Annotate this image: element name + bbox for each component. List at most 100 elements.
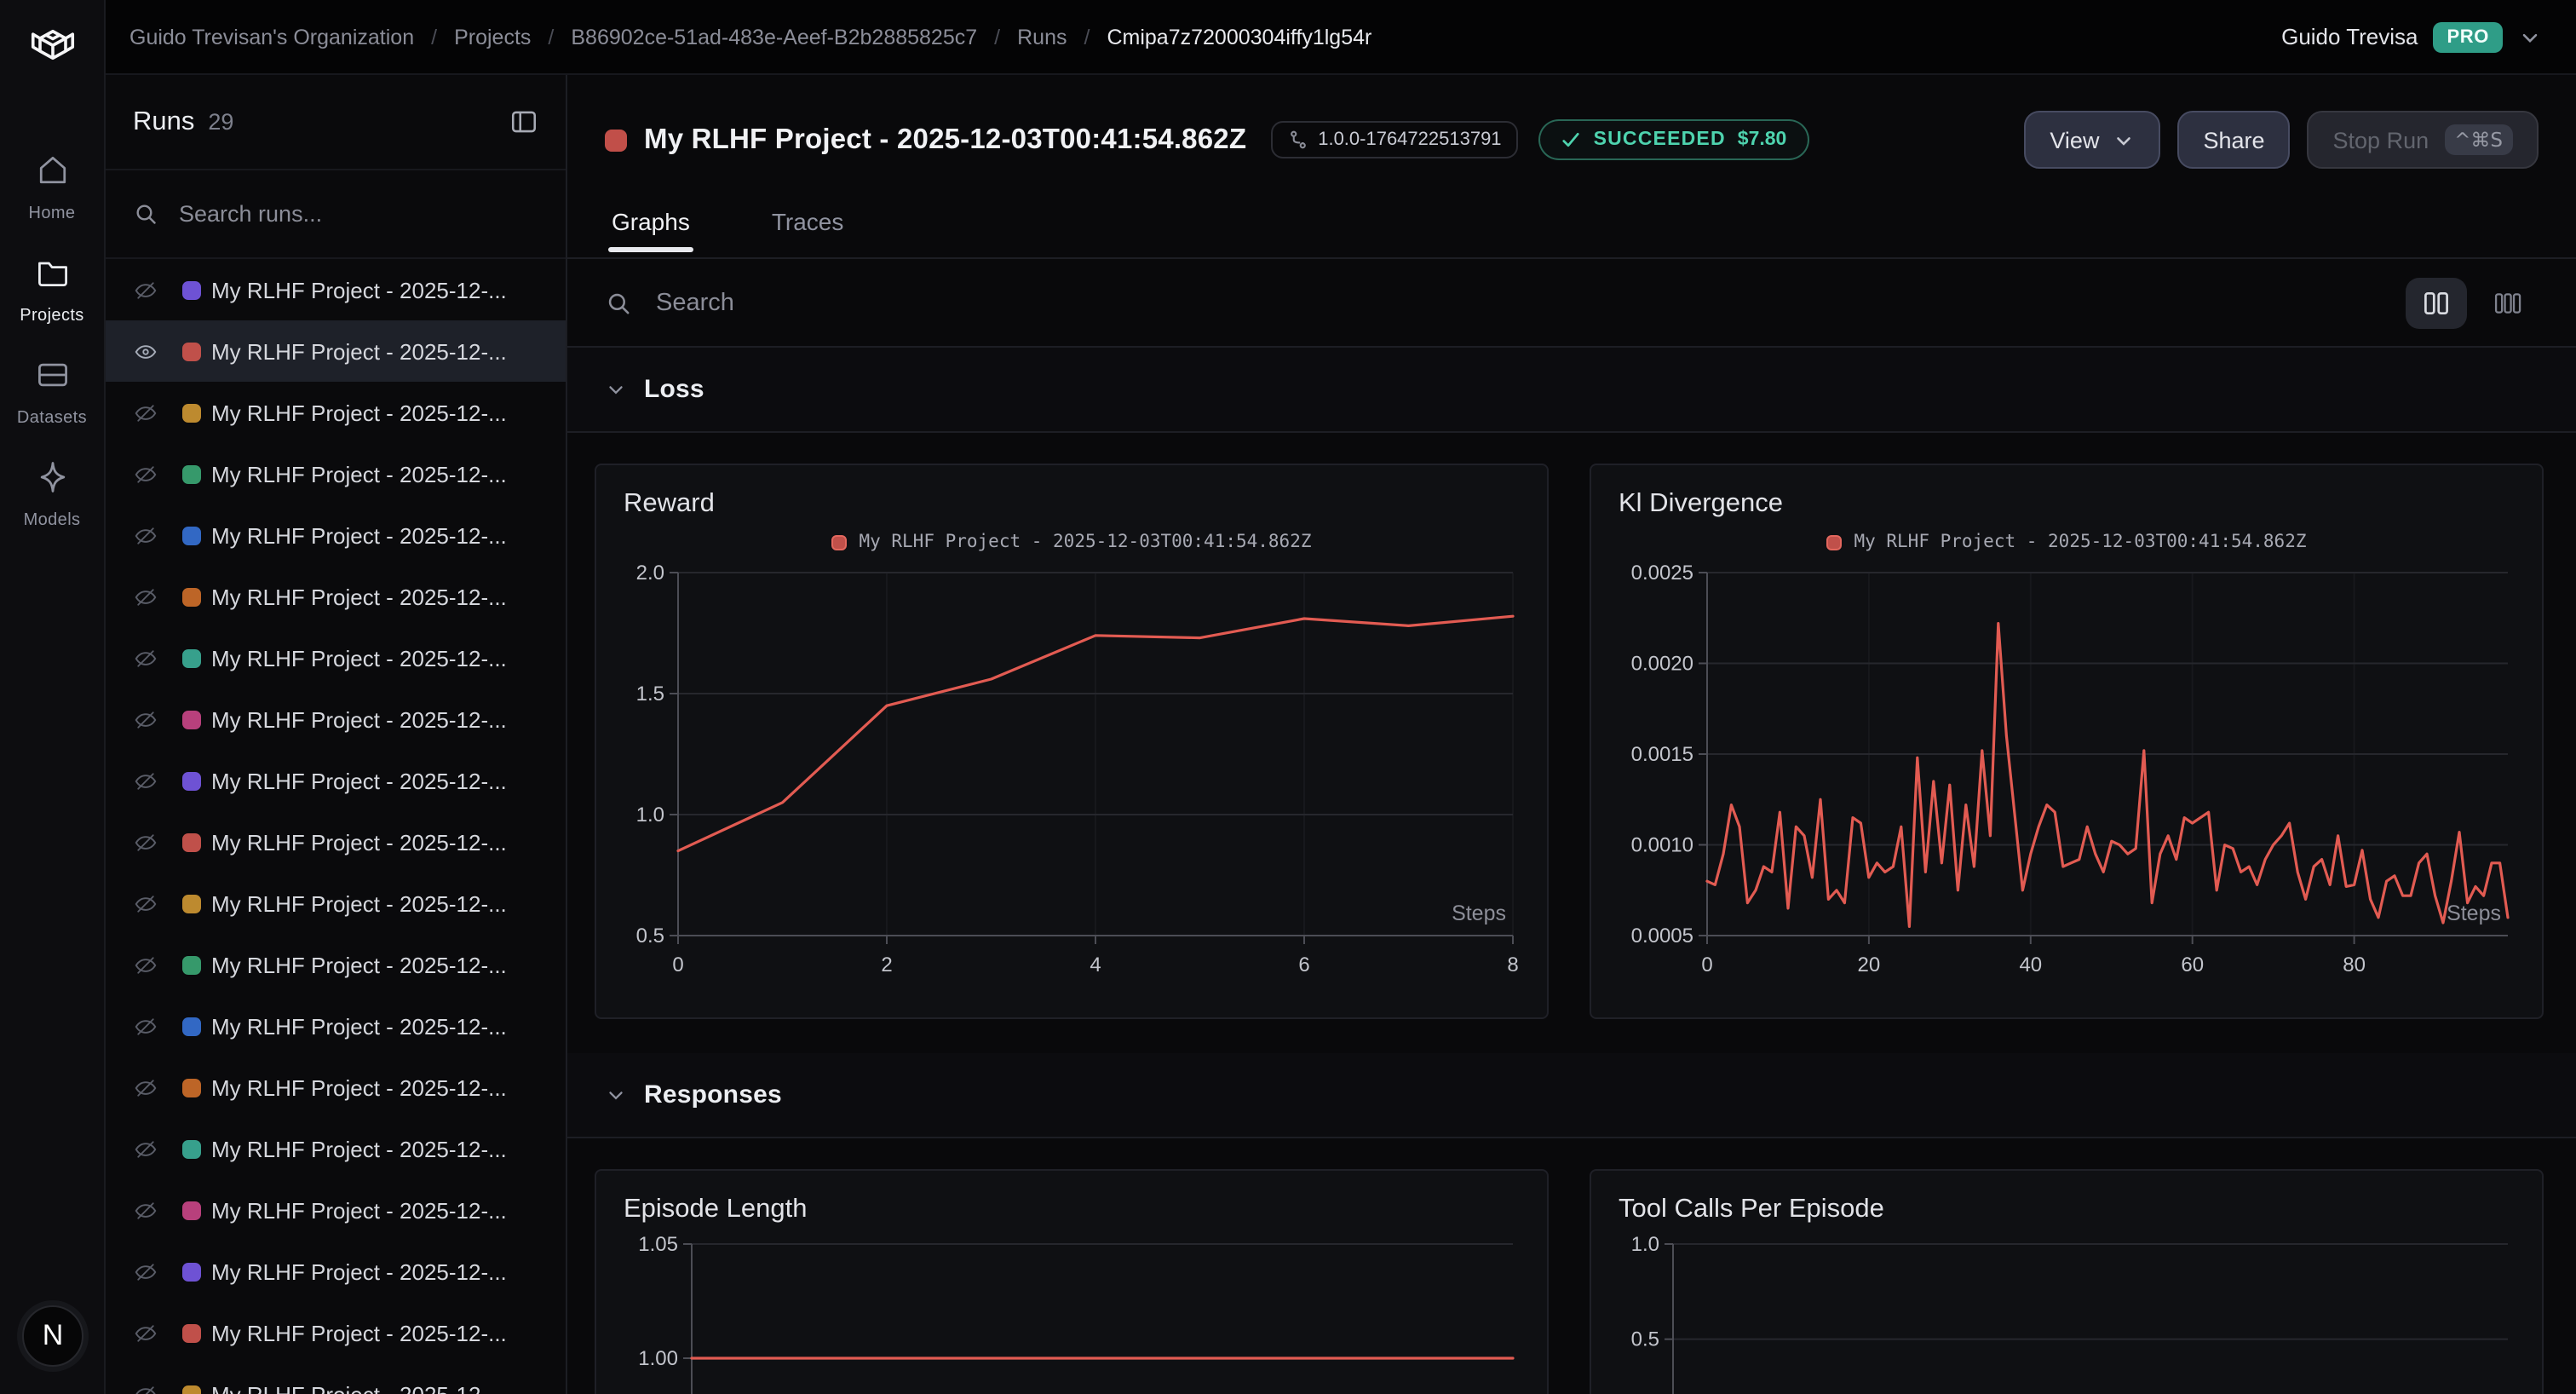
run-color-chip bbox=[182, 403, 201, 422]
graph-search-bar bbox=[567, 259, 2576, 348]
user-menu[interactable]: Guido Trevisa PRO bbox=[2281, 21, 2542, 52]
run-list-item[interactable]: My RLHF Project - 2025-12-... bbox=[106, 259, 566, 320]
share-button[interactable]: Share bbox=[2177, 111, 2290, 169]
three-column-layout-button[interactable] bbox=[2477, 277, 2539, 328]
svg-text:Steps: Steps bbox=[1452, 901, 1506, 925]
chart-card-reward: Reward My RLHF Project - 2025-12-03T00:4… bbox=[595, 464, 1549, 1019]
eye-off-icon[interactable] bbox=[133, 461, 160, 487]
eye-off-icon[interactable] bbox=[133, 277, 160, 302]
breadcrumb-item[interactable]: Runs bbox=[1017, 25, 1067, 49]
tabs: Graphs Traces bbox=[567, 204, 2576, 259]
eye-off-icon[interactable] bbox=[133, 584, 160, 609]
user-name: Guido Trevisa bbox=[2281, 24, 2418, 49]
breadcrumb-separator: / bbox=[1084, 25, 1090, 49]
eye-off-icon[interactable] bbox=[133, 522, 160, 548]
app-logo-icon[interactable] bbox=[21, 15, 83, 85]
run-list-item[interactable]: My RLHF Project - 2025-12-... bbox=[106, 1302, 566, 1363]
eye-off-icon[interactable] bbox=[133, 1013, 160, 1039]
run-list-item[interactable]: My RLHF Project - 2025-12-... bbox=[106, 1241, 566, 1302]
eye-off-icon[interactable] bbox=[133, 1320, 160, 1345]
run-name: My RLHF Project - 2025-12-... bbox=[211, 1320, 507, 1345]
sidebar-item-label: Models bbox=[24, 511, 81, 530]
eye-off-icon[interactable] bbox=[133, 829, 160, 855]
legend-marker bbox=[831, 534, 847, 550]
view-button-label: View bbox=[2050, 127, 2099, 153]
eye-off-icon[interactable] bbox=[133, 1197, 160, 1223]
run-list-item[interactable]: My RLHF Project - 2025-12-... bbox=[106, 934, 566, 995]
run-list-item[interactable]: My RLHF Project - 2025-12-... bbox=[106, 504, 566, 566]
eye-off-icon[interactable] bbox=[133, 890, 160, 916]
run-list-item[interactable]: My RLHF Project - 2025-12-... bbox=[106, 995, 566, 1057]
nextjs-avatar[interactable]: N bbox=[22, 1305, 83, 1367]
run-list-item[interactable]: My RLHF Project - 2025-12-... bbox=[106, 1057, 566, 1118]
sidebar-item-datasets[interactable]: Datasets bbox=[0, 348, 105, 436]
eye-off-icon[interactable] bbox=[133, 1259, 160, 1284]
icon-rail: Home Projects Datasets Models bbox=[0, 0, 106, 1394]
run-name: My RLHF Project - 2025-12-... bbox=[211, 400, 507, 425]
sidebar-item-home[interactable]: Home bbox=[0, 143, 105, 232]
eye-icon[interactable] bbox=[133, 338, 160, 364]
section-header-responses[interactable]: Responses bbox=[567, 1053, 2576, 1138]
breadcrumb: Guido Trevisan's Organization / Projects / B… bbox=[129, 25, 1371, 49]
chart-card-tool-calls: Tool Calls Per Episode 0.51.0 bbox=[1590, 1169, 2544, 1394]
reward-chart-plot[interactable]: 0.51.01.52.002468Steps bbox=[624, 564, 1523, 994]
eye-off-icon[interactable] bbox=[133, 952, 160, 977]
eye-off-icon[interactable] bbox=[133, 1136, 160, 1161]
graph-search-input[interactable] bbox=[653, 287, 2385, 318]
run-title: My RLHF Project - 2025-12-03T00:41:54.86… bbox=[644, 124, 1246, 156]
layout-toggles bbox=[2406, 277, 2539, 328]
run-color-chip bbox=[182, 280, 201, 299]
runs-panel-title: Runs bbox=[133, 107, 194, 137]
run-color-chip bbox=[182, 955, 201, 974]
episode-length-chart-plot[interactable]: 1.001.05 bbox=[624, 1236, 1523, 1394]
sidebar-item-models[interactable]: Models bbox=[0, 450, 105, 539]
eye-off-icon[interactable] bbox=[133, 1074, 160, 1100]
svg-text:0.5: 0.5 bbox=[1631, 1328, 1659, 1351]
runs-panel-header: Runs 29 bbox=[106, 75, 566, 170]
view-button[interactable]: View bbox=[2024, 111, 2160, 169]
tab-graphs[interactable]: Graphs bbox=[608, 204, 693, 252]
breadcrumb-item[interactable]: Cmipa7z72000304iffy1lg54r bbox=[1107, 25, 1371, 49]
run-list-item[interactable]: My RLHF Project - 2025-12-... bbox=[106, 1363, 566, 1394]
run-list-item[interactable]: My RLHF Project - 2025-12-... bbox=[106, 627, 566, 688]
eye-off-icon[interactable] bbox=[133, 768, 160, 793]
breadcrumb-item[interactable]: B86902ce-51ad-483e-Aeef-B2b2885825c7 bbox=[571, 25, 977, 49]
run-name: My RLHF Project - 2025-12-... bbox=[211, 522, 507, 548]
eye-off-icon[interactable] bbox=[133, 1381, 160, 1394]
run-color-chip bbox=[182, 1139, 201, 1158]
run-color-chip bbox=[182, 1017, 201, 1035]
run-list-item[interactable]: My RLHF Project - 2025-12-... bbox=[106, 1179, 566, 1241]
chart-title: Reward bbox=[624, 489, 1520, 520]
eye-off-icon[interactable] bbox=[133, 645, 160, 671]
run-list-item[interactable]: My RLHF Project - 2025-12-... bbox=[106, 382, 566, 443]
run-list-item[interactable]: My RLHF Project - 2025-12-... bbox=[106, 566, 566, 627]
run-list-item[interactable]: My RLHF Project - 2025-12-... bbox=[106, 811, 566, 873]
run-name: My RLHF Project - 2025-12-... bbox=[211, 1136, 507, 1161]
run-list-item[interactable]: My RLHF Project - 2025-12-... bbox=[106, 688, 566, 750]
chart-legend: My RLHF Project - 2025-12-03T00:41:54.86… bbox=[624, 530, 1520, 554]
breadcrumb-separator: / bbox=[548, 25, 554, 49]
eye-off-icon[interactable] bbox=[133, 706, 160, 732]
run-list-item[interactable]: My RLHF Project - 2025-12-... bbox=[106, 750, 566, 811]
tab-traces[interactable]: Traces bbox=[768, 204, 848, 252]
run-list-item[interactable]: My RLHF Project - 2025-12-... bbox=[106, 873, 566, 934]
collapse-panel-icon[interactable] bbox=[509, 107, 538, 136]
breadcrumb-separator: / bbox=[994, 25, 1000, 49]
run-list-item[interactable]: My RLHF Project - 2025-12-... bbox=[106, 320, 566, 382]
stop-run-button[interactable]: Stop Run ^⌘S bbox=[2308, 111, 2539, 169]
tool-calls-chart-plot[interactable]: 0.51.0 bbox=[1619, 1236, 2518, 1394]
svg-text:0.0020: 0.0020 bbox=[1631, 653, 1693, 676]
runs-search-input[interactable] bbox=[175, 199, 538, 228]
eye-off-icon[interactable] bbox=[133, 400, 160, 425]
sidebar-item-projects[interactable]: Projects bbox=[0, 245, 105, 334]
breadcrumb-item[interactable]: Guido Trevisan's Organization bbox=[129, 25, 414, 49]
breadcrumb-item[interactable]: Projects bbox=[454, 25, 531, 49]
svg-text:1.0: 1.0 bbox=[636, 804, 664, 827]
run-list-item[interactable]: My RLHF Project - 2025-12-... bbox=[106, 443, 566, 504]
two-column-layout-button[interactable] bbox=[2406, 277, 2467, 328]
search-icon bbox=[605, 289, 632, 316]
section-header-loss[interactable]: Loss bbox=[567, 348, 2576, 433]
run-list-item[interactable]: My RLHF Project - 2025-12-... bbox=[106, 1118, 566, 1179]
kl-divergence-chart-plot[interactable]: 0.00050.00100.00150.00200.0025020406080S… bbox=[1619, 564, 2518, 994]
sidebar-item-label: Datasets bbox=[17, 409, 87, 428]
